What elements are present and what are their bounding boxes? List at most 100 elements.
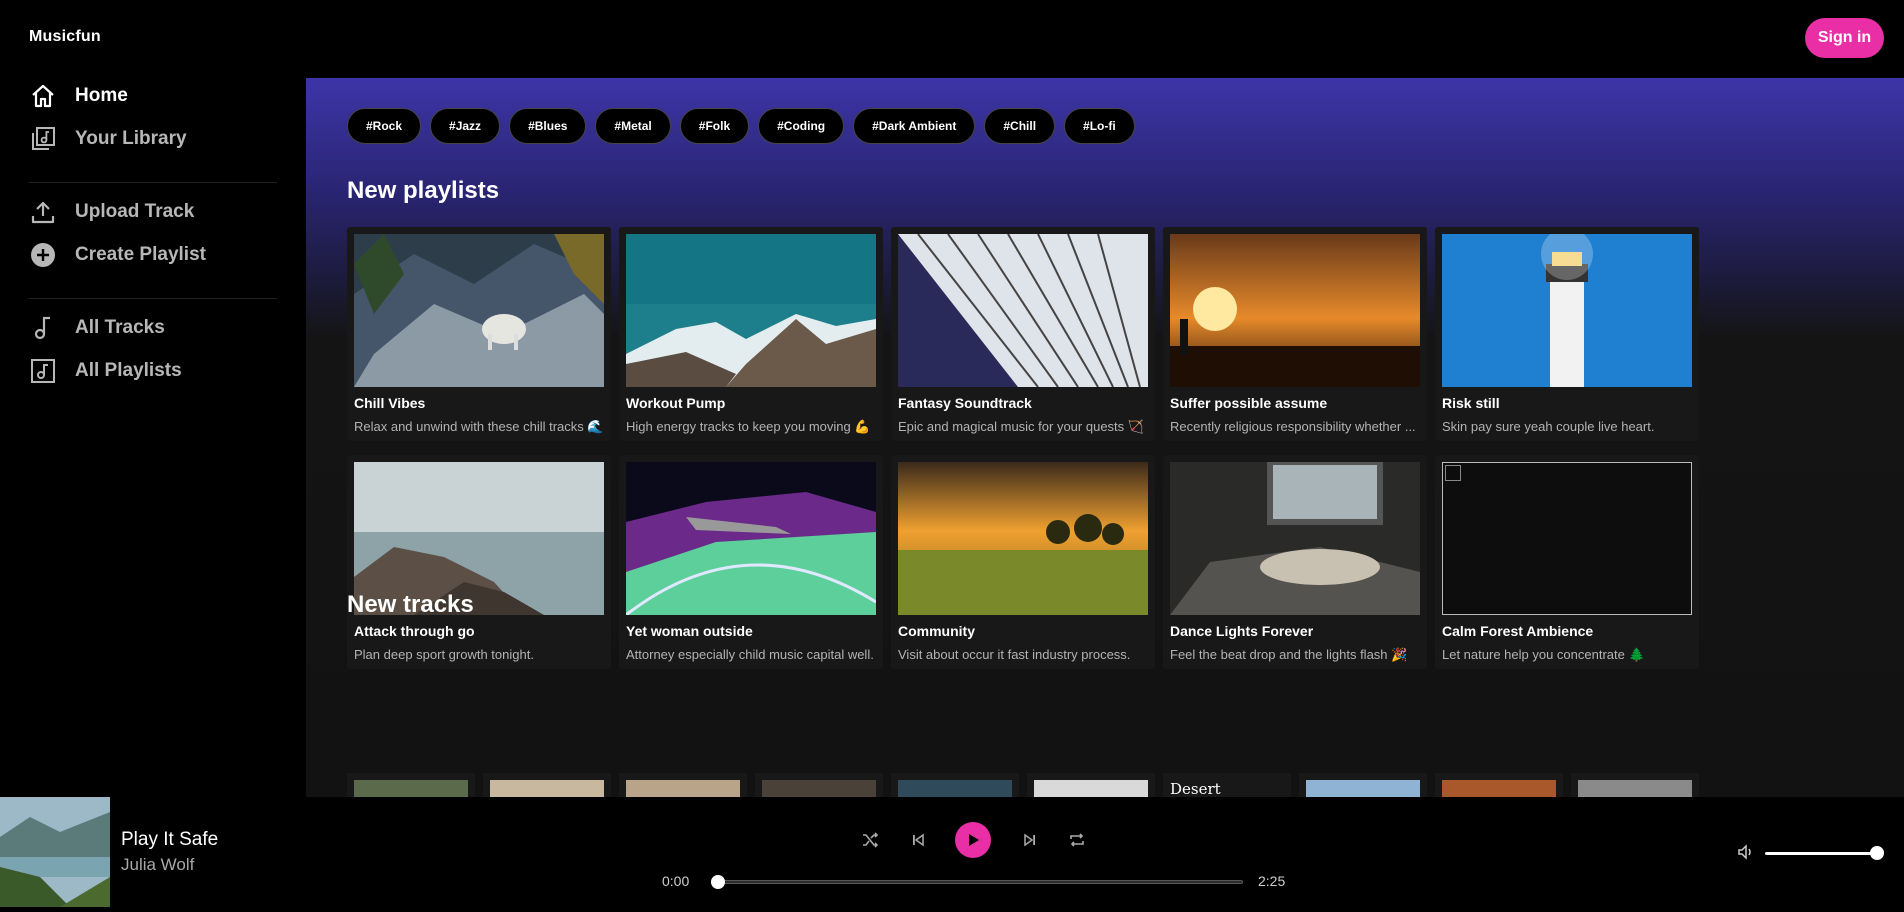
sign-in-button[interactable]: Sign in [1805, 18, 1884, 58]
upload-icon [29, 198, 57, 226]
now-playing-title[interactable]: Play It Safe [121, 829, 218, 851]
playlist-cover [354, 234, 604, 387]
tag-chip[interactable]: #Blues [509, 108, 587, 144]
playlist-card[interactable]: Calm Forest Ambience Let nature help you… [1435, 455, 1699, 669]
track-card[interactable] [347, 773, 475, 797]
playlist-card[interactable]: Chill Vibes Relax and unwind with these … [347, 227, 611, 441]
broken-image-icon [1442, 462, 1692, 615]
playlist-card[interactable]: Workout Pump High energy tracks to keep … [619, 227, 883, 441]
track-card[interactable] [755, 773, 883, 797]
top-bar: Musicfun Sign in [0, 0, 1904, 78]
now-playing-artist[interactable]: Julia Wolf [121, 855, 194, 875]
section-title-tracks: New tracks [347, 591, 474, 618]
current-time: 0:00 [662, 873, 690, 889]
sidebar-item-all-tracks[interactable]: All Tracks [29, 310, 269, 346]
playlist-cover [1170, 462, 1420, 615]
tag-chip[interactable]: #Jazz [430, 108, 501, 144]
previous-icon[interactable] [907, 829, 929, 851]
playlist-grid: Chill Vibes Relax and unwind with these … [347, 227, 1705, 669]
play-button[interactable] [955, 822, 991, 858]
track-card[interactable]: Desert [1163, 773, 1291, 797]
track-card[interactable] [483, 773, 611, 797]
track-card[interactable] [619, 773, 747, 797]
playlist-title: Yet woman outside [626, 623, 753, 639]
track-cover-alt-text: Desert [1170, 780, 1221, 797]
home-icon [29, 82, 57, 110]
tag-list: #Rock #Jazz #Blues #Metal #Folk #Coding … [347, 108, 1135, 144]
duration-time: 2:25 [1258, 873, 1286, 889]
sidebar-item-library[interactable]: Your Library [29, 121, 269, 157]
sidebar-item-label: Your Library [75, 128, 187, 149]
tag-chip[interactable]: #Metal [595, 108, 671, 144]
tag-chip[interactable]: #Chill [984, 108, 1056, 144]
play-icon [969, 834, 979, 846]
playlist-card[interactable]: Fantasy Soundtrack Epic and magical musi… [891, 227, 1155, 441]
sidebar-item-home[interactable]: Home [29, 78, 269, 114]
playlist-description: Attorney especially child music capital … [626, 647, 874, 662]
music-note-icon [29, 314, 57, 342]
playlist-description: Relax and unwind with these chill tracks… [354, 419, 604, 434]
playlist-cover [626, 462, 876, 615]
tag-chip[interactable]: #Folk [679, 108, 750, 144]
sidebar-item-all-playlists[interactable]: All Playlists [29, 353, 269, 389]
playlist-title: Calm Forest Ambience [1442, 623, 1594, 639]
repeat-icon[interactable] [1066, 829, 1088, 851]
playlist-card[interactable]: Dance Lights Forever Feel the beat drop … [1163, 455, 1427, 669]
playlist-description: Skin pay sure yeah couple live heart. [1442, 419, 1655, 434]
playlist-description: High energy tracks to keep you moving 💪 [626, 419, 871, 434]
track-cover [354, 780, 468, 797]
volume-icon[interactable] [1737, 843, 1757, 863]
playlist-title: Risk still [1442, 395, 1500, 411]
track-card[interactable] [1299, 773, 1427, 797]
tag-chip[interactable]: #Rock [347, 108, 422, 144]
track-card[interactable] [1027, 773, 1155, 797]
playlist-card[interactable]: Yet woman outside Attorney especially ch… [619, 455, 883, 669]
volume-slider[interactable] [1765, 846, 1884, 860]
playlist-card[interactable]: Community Visit about occur it fast indu… [891, 455, 1155, 669]
playlist-cover [898, 462, 1148, 615]
sidebar-item-create-playlist[interactable]: Create Playlist [29, 237, 269, 273]
progress-bar[interactable] [711, 875, 1243, 889]
tag-chip[interactable]: #Dark Ambient [853, 108, 976, 144]
plus-circle-icon [29, 241, 57, 269]
track-card[interactable] [1435, 773, 1563, 797]
track-cover [1442, 780, 1556, 797]
sidebar: Home Your Library Upload Track Create Pl… [0, 70, 306, 797]
playlist-card[interactable]: Risk still Skin pay sure yeah couple liv… [1435, 227, 1699, 441]
main-content: #Rock #Jazz #Blues #Metal #Folk #Coding … [306, 78, 1904, 797]
sidebar-item-label: Create Playlist [75, 244, 206, 265]
volume-handle[interactable] [1870, 846, 1884, 860]
tag-chip[interactable]: #Coding [758, 108, 845, 144]
playlist-card[interactable]: Attack through go Plan deep sport growth… [347, 455, 611, 669]
track-row: Desert [347, 773, 1699, 797]
track-cover [626, 780, 740, 797]
progress-handle[interactable] [711, 875, 725, 889]
track-cover [762, 780, 876, 797]
track-cover [1578, 780, 1692, 797]
playlist-title: Dance Lights Forever [1170, 623, 1314, 639]
playlist-description: Feel the beat drop and the lights flash … [1170, 647, 1408, 662]
playlist-title: Fantasy Soundtrack [898, 395, 1032, 411]
app-logo[interactable]: Musicfun [29, 28, 101, 46]
playlist-title: Suffer possible assume [1170, 395, 1328, 411]
sidebar-item-label: Home [75, 85, 128, 106]
sidebar-item-upload-track[interactable]: Upload Track [29, 194, 269, 230]
player-bar: Play It Safe Julia Wolf 0:00 2:25 [0, 797, 1904, 907]
playlist-card[interactable]: Suffer possible assume Recently religiou… [1163, 227, 1427, 441]
playlist-description: Recently religious responsibility whethe… [1170, 419, 1416, 434]
playlist-title: Chill Vibes [354, 395, 426, 411]
track-card[interactable] [891, 773, 1019, 797]
playlist-description: Let nature help you concentrate 🌲 [1442, 647, 1645, 662]
section-title-playlists: New playlists [347, 177, 500, 204]
track-cover [1034, 780, 1148, 797]
track-card[interactable] [1571, 773, 1699, 797]
sidebar-item-label: All Playlists [75, 360, 182, 381]
next-icon[interactable] [1019, 829, 1041, 851]
track-cover [898, 780, 1012, 797]
playlist-icon [29, 357, 57, 385]
playlist-title: Community [898, 623, 975, 639]
sidebar-divider [29, 182, 277, 183]
tag-chip[interactable]: #Lo-fi [1064, 108, 1135, 144]
shuffle-icon[interactable] [859, 829, 881, 851]
playlist-cover [626, 234, 876, 387]
